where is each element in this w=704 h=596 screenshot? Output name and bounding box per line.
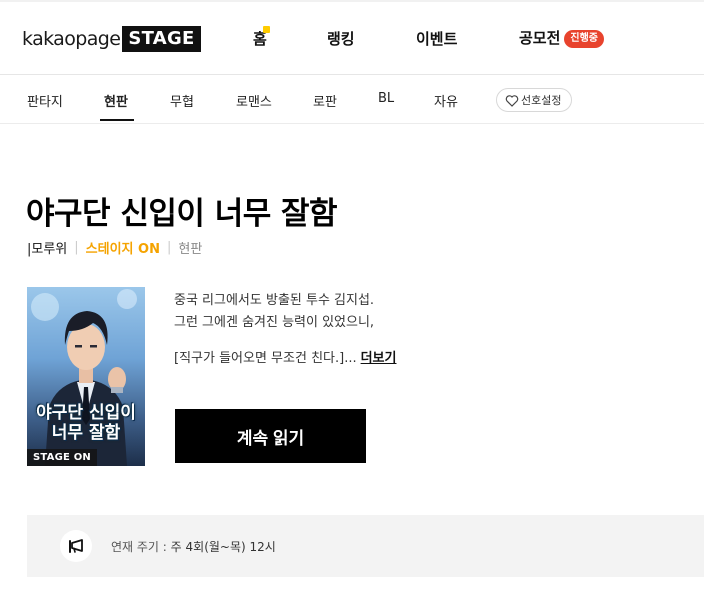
work-genre: 현판: [178, 242, 203, 257]
stage-on-tag: 스테이지 ON: [85, 242, 160, 257]
tab-modern-fantasy[interactable]: 현판: [104, 91, 128, 110]
schedule-icon-wrap: [60, 530, 92, 562]
genre-tabs: 판타지 현판 무협 로맨스 로판 BL 자유 선호설정: [0, 75, 704, 123]
meta-separator: |: [74, 240, 79, 255]
cover-title-line: 야구단 신입이: [36, 403, 136, 423]
cover-title-line: 너무 잘함: [51, 423, 121, 443]
continue-reading-button[interactable]: 계속 읽기: [175, 409, 366, 463]
schedule-bar: 연재 주기 : 주 4회(월~목) 12시: [27, 515, 704, 577]
tab-romance[interactable]: 로맨스: [236, 91, 272, 110]
preference-settings-button[interactable]: 선호설정: [496, 88, 573, 112]
meta-separator: |: [166, 240, 172, 255]
cover-image[interactable]: 야구단 신입이 너무 잘함 STAGE ON: [27, 287, 145, 466]
description-teaser: [직구가 들어오면 무조건 친다.]... 더보기: [174, 348, 594, 370]
work-description: 중국 리그에서도 방출된 투수 김지섭. 그런 그에겐 숨겨진 능력이 있었으니…: [174, 290, 594, 370]
tab-martial-arts[interactable]: 무협: [170, 91, 194, 110]
description-line: 그런 그에겐 숨겨진 능력이 있었으니,: [174, 315, 375, 330]
tab-romance-fantasy[interactable]: 로판: [313, 91, 337, 110]
nav-contest[interactable]: 공모전 진행중: [519, 27, 605, 48]
tab-free[interactable]: 자유: [434, 91, 458, 110]
heart-gear-icon: [505, 94, 519, 107]
stage-on-cover-badge: STAGE ON: [27, 449, 97, 466]
tab-bl[interactable]: BL: [378, 91, 394, 106]
megaphone-icon: [69, 539, 83, 553]
author-name[interactable]: |모루위: [27, 238, 67, 257]
nav-event[interactable]: 이벤트: [416, 28, 457, 49]
genre-divider: [0, 123, 704, 124]
work-meta: |모루위 | 스테이지 ON | 현판: [27, 238, 202, 257]
schedule-label: 연재 주기 :: [111, 540, 167, 554]
cover-title: 야구단 신입이 너무 잘함: [31, 403, 141, 443]
tab-fantasy[interactable]: 판타지: [27, 91, 63, 110]
contest-status-badge: 진행중: [564, 30, 605, 48]
nav-ranking[interactable]: 랭킹: [327, 28, 355, 49]
preference-settings-label: 선호설정: [521, 94, 562, 107]
active-tab-underline: [100, 119, 134, 121]
description-line: 중국 리그에서도 방출된 투수 김지섭.: [174, 293, 375, 308]
more-link[interactable]: 더보기: [361, 351, 397, 366]
nav-contest-label: 공모전: [519, 29, 561, 47]
schedule-value: 주 4회(월~목) 12시: [170, 540, 276, 554]
teaser-text: [직구가 들어오면 무조건 친다.]...: [174, 351, 357, 366]
home-indicator-dot: [263, 26, 270, 33]
schedule-text: 연재 주기 : 주 4회(월~목) 12시: [111, 538, 276, 555]
work-title: 야구단 신입이 너무 잘함: [26, 196, 338, 232]
main-nav: 홈 랭킹 이벤트 공모전 진행중: [0, 28, 704, 52]
